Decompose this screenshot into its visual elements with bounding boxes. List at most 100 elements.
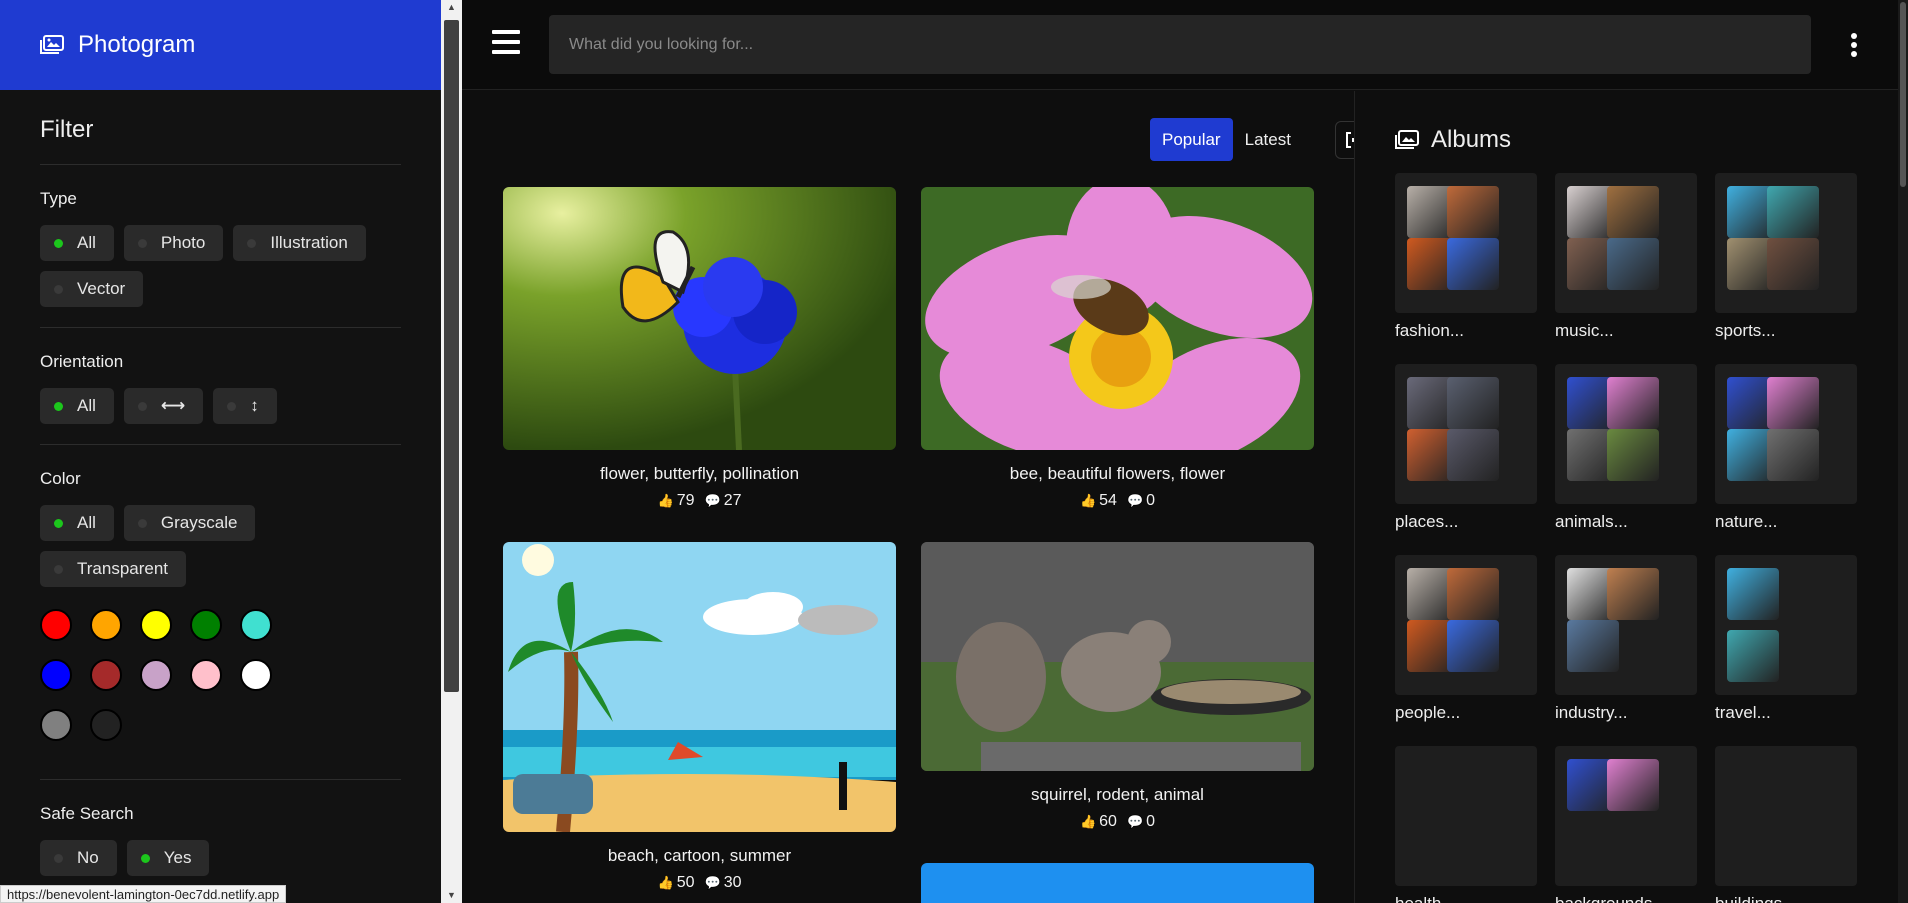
- comment-icon: 💬: [704, 875, 721, 890]
- albums-header: Albums: [1395, 126, 1511, 154]
- photo-card[interactable]: [921, 863, 1314, 903]
- album-card[interactable]: nature...: [1715, 364, 1857, 532]
- album-thumbnail: [1607, 568, 1659, 620]
- album-thumbnails: [1555, 364, 1697, 504]
- album-card[interactable]: places...: [1395, 364, 1537, 532]
- filter-title: Filter: [40, 90, 401, 165]
- photo-stats: 👍 79 💬 27: [503, 492, 896, 510]
- album-thumbnails: [1715, 555, 1857, 695]
- album-name: people...: [1395, 703, 1461, 722]
- album-thumbnails: [1555, 746, 1697, 886]
- orientation-all-chip[interactable]: All: [40, 388, 114, 424]
- photo-image[interactable]: [503, 187, 896, 450]
- album-card[interactable]: sports...: [1715, 173, 1857, 341]
- type-illustration-chip[interactable]: Illustration: [233, 225, 366, 261]
- color-grayscale-chip[interactable]: Grayscale: [123, 505, 256, 541]
- sidebar-scrollbar[interactable]: ▲ ▼: [441, 0, 462, 903]
- tab-popular[interactable]: Popular: [1150, 118, 1233, 161]
- color-swatch[interactable]: [140, 659, 172, 691]
- inactive-dot: [54, 853, 63, 863]
- color-swatch[interactable]: [40, 709, 72, 741]
- color-swatch[interactable]: [190, 659, 222, 691]
- album-thumbnails: [1715, 746, 1857, 886]
- hamburger-menu-icon[interactable]: [492, 30, 520, 54]
- sign-out-icon: [1346, 132, 1354, 148]
- album-card[interactable]: health...: [1395, 746, 1537, 903]
- color-label: Color: [40, 469, 81, 488]
- active-dot: [54, 401, 63, 411]
- color-swatch[interactable]: [40, 659, 72, 691]
- horizontal-arrows-icon: ⟷: [160, 396, 186, 415]
- inactive-dot: [137, 238, 147, 248]
- type-photo-chip[interactable]: Photo: [123, 225, 224, 261]
- color-transparent-chip[interactable]: Transparent: [40, 551, 187, 587]
- color-swatch[interactable]: [90, 609, 122, 641]
- scroll-down-arrow-icon[interactable]: ▼: [447, 890, 456, 900]
- album-thumbnails: [1555, 173, 1697, 313]
- album-card[interactable]: people...: [1395, 555, 1537, 723]
- scroll-up-arrow-icon[interactable]: ▲: [447, 2, 456, 12]
- color-swatch[interactable]: [240, 659, 272, 691]
- photo-image[interactable]: [503, 542, 896, 832]
- photo-card[interactable]: bee, beautiful flowers, flower 👍 54 💬 0: [921, 187, 1314, 510]
- color-swatch[interactable]: [190, 609, 222, 641]
- album-thumbnails: [1395, 555, 1537, 695]
- photo-card[interactable]: squirrel, rodent, animal 👍 60 💬 0: [921, 542, 1314, 831]
- photo-image[interactable]: [921, 542, 1314, 771]
- album-thumbnail: [1447, 568, 1499, 620]
- album-card[interactable]: backgrounds...: [1555, 746, 1697, 903]
- logout-button[interactable]: [1335, 121, 1354, 159]
- photo-card[interactable]: flower, butterfly, pollination 👍 79 💬 27: [503, 187, 896, 510]
- photo-image[interactable]: [921, 863, 1314, 903]
- album-thumbnails: [1715, 364, 1857, 504]
- color-swatch[interactable]: [40, 609, 72, 641]
- chip-label: Vector: [77, 279, 126, 298]
- comment-icon: 💬: [1126, 814, 1144, 829]
- album-thumbnail: [1607, 238, 1659, 290]
- album-thumbnail: [1607, 759, 1659, 811]
- comments-count: 0: [1146, 492, 1156, 509]
- album-thumbnail: [1607, 429, 1659, 481]
- photo-image[interactable]: [921, 187, 1314, 450]
- color-swatch[interactable]: [90, 709, 122, 741]
- album-card[interactable]: industry...: [1555, 555, 1697, 723]
- color-swatches: [40, 609, 401, 759]
- photo-caption: bee, beautiful flowers, flower: [1009, 464, 1226, 483]
- type-vector-chip[interactable]: Vector: [40, 271, 144, 307]
- search-input[interactable]: [549, 15, 1811, 74]
- orientation-section: Orientation All ⟷ ↕: [40, 328, 401, 445]
- safe-search-no-chip[interactable]: No: [40, 840, 117, 876]
- album-card[interactable]: fashion...: [1395, 173, 1537, 341]
- album-thumbnail: [1607, 377, 1659, 429]
- likes-count: 50: [676, 874, 695, 891]
- album-card[interactable]: animals...: [1555, 364, 1697, 532]
- type-all-chip[interactable]: All: [40, 225, 114, 261]
- album-card[interactable]: buildings...: [1715, 746, 1857, 903]
- color-all-chip[interactable]: All: [40, 505, 114, 541]
- page-scrollbar[interactable]: [1898, 0, 1908, 903]
- more-options-icon[interactable]: [1850, 33, 1858, 57]
- orientation-horizontal-chip[interactable]: ⟷: [123, 388, 204, 424]
- safe-search-yes-chip[interactable]: Yes: [126, 840, 210, 876]
- inactive-dot: [227, 401, 237, 411]
- album-thumbnails: [1715, 173, 1857, 313]
- album-thumbnail: [1447, 186, 1499, 238]
- tab-latest[interactable]: Latest: [1233, 118, 1303, 161]
- albums-title: Albums: [1431, 126, 1512, 153]
- vertical-arrows-icon: ↕: [250, 396, 259, 415]
- orientation-vertical-chip[interactable]: ↕: [213, 388, 277, 424]
- active-dot: [54, 238, 63, 248]
- thumbs-up-icon: 👍: [657, 493, 674, 508]
- album-card[interactable]: travel...: [1715, 555, 1857, 723]
- photo-card[interactable]: beach, cartoon, summer 👍 50 💬 30: [503, 542, 896, 892]
- album-thumbnail: [1567, 620, 1619, 672]
- color-swatch[interactable]: [140, 609, 172, 641]
- brand-header[interactable]: Photogram: [0, 0, 441, 90]
- scrollbar-thumb[interactable]: [1900, 2, 1906, 187]
- color-swatch[interactable]: [240, 609, 272, 641]
- scrollbar-thumb[interactable]: [444, 20, 459, 692]
- color-swatch[interactable]: [90, 659, 122, 691]
- chip-label: No: [77, 848, 99, 867]
- album-card[interactable]: music...: [1555, 173, 1697, 341]
- chip-label: Illustration: [270, 233, 348, 252]
